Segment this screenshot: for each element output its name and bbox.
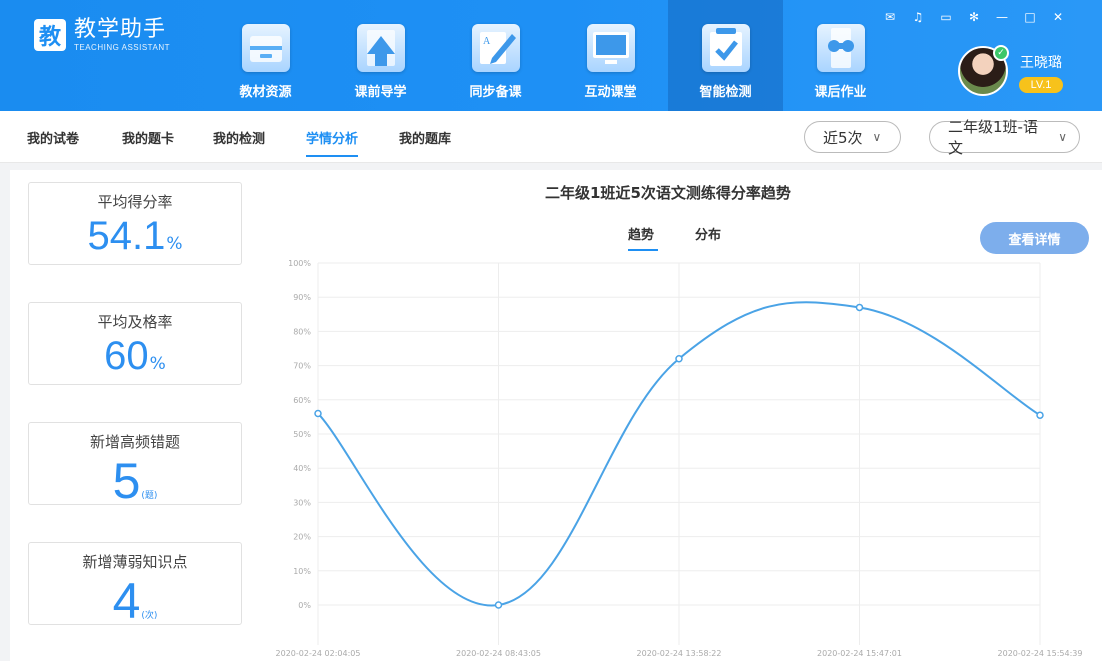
y-tick-label: 80% xyxy=(293,327,311,336)
y-tick-label: 60% xyxy=(293,396,311,405)
data-point xyxy=(675,355,683,363)
y-tick-label: 20% xyxy=(293,533,311,542)
y-tick-label: 90% xyxy=(293,293,311,302)
data-point xyxy=(855,303,864,312)
x-tick-label: 2020-02-24 02:04:05 xyxy=(276,649,361,658)
y-tick-label: 10% xyxy=(293,567,311,576)
y-tick-label: 0% xyxy=(298,601,311,610)
x-tick-label: 2020-02-24 15:47:01 xyxy=(817,649,902,658)
x-tick-label: 2020-02-24 15:54:39 xyxy=(998,649,1083,658)
x-tick-label: 2020-02-24 08:43:05 xyxy=(456,649,541,658)
y-tick-label: 100% xyxy=(288,259,311,268)
data-point xyxy=(314,409,322,418)
y-tick-label: 30% xyxy=(293,498,311,507)
x-tick-label: 2020-02-24 13:58:22 xyxy=(637,649,722,658)
data-point xyxy=(1036,411,1044,419)
y-tick-label: 70% xyxy=(293,362,311,371)
data-point xyxy=(494,601,503,609)
y-tick-label: 40% xyxy=(293,464,311,473)
trend-line-chart: 0% 10% 20% 30% 40% 50% 60% 70% 80% 90% 100% 2020-02… xyxy=(276,259,1083,658)
y-tick-label: 50% xyxy=(293,430,311,439)
